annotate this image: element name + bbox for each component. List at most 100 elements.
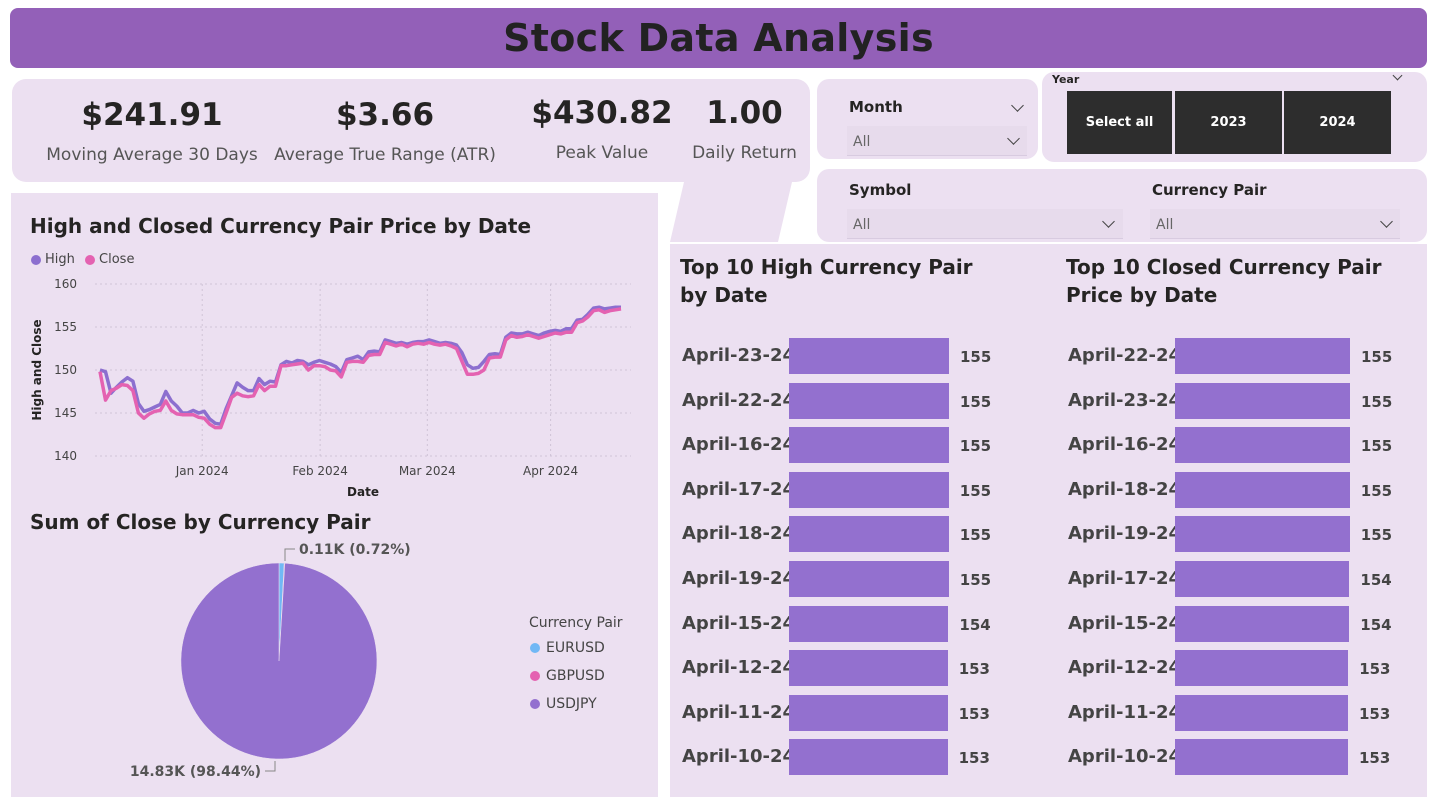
close-bar-category-label: April-19-24 (1068, 523, 1182, 545)
close-bar-category-label: April-17-24 (1068, 568, 1182, 589)
symbol-dropdown[interactable]: All (847, 209, 1123, 239)
year-option-2023[interactable]: 2023 (1175, 91, 1282, 154)
high-bar-value-label: 153 (958, 749, 990, 768)
kpi-label: Daily Return (692, 143, 797, 163)
high-bar-row[interactable]: April-17-24 155 (682, 471, 1032, 508)
high-bar[interactable] (789, 650, 948, 687)
close-bar[interactable] (1175, 382, 1350, 419)
close-bar[interactable] (1175, 739, 1348, 776)
close-bar-row[interactable]: April-23-24 155 (1068, 382, 1418, 419)
high-bar-chart-title: Top 10 High Currency Pair by Date (680, 255, 973, 307)
kpi-label: Moving Average 30 Days (46, 145, 258, 165)
chevron-down-icon[interactable] (1392, 70, 1403, 81)
high-bar-row[interactable]: April-11-24 153 (682, 694, 1032, 731)
close-bar-chart-title: Top 10 Closed Currency Pair Price by Dat… (1066, 255, 1382, 307)
close-bar-category-label: April-12-24 (1068, 657, 1182, 679)
high-bar[interactable] (789, 338, 949, 374)
kpi-moving-average: $241.91 Moving Average 30 Days (37, 79, 267, 182)
close-bar-row[interactable]: April-18-24 155 (1068, 471, 1418, 508)
close-bar-value-label: 153 (1359, 704, 1391, 723)
legend-item-high[interactable]: High (31, 252, 75, 267)
close-bar-row[interactable]: April-12-24 153 (1068, 650, 1418, 687)
close-bar-value-label: 153 (1359, 749, 1391, 768)
close-bar-row[interactable]: April-10-24 153 (1068, 739, 1418, 776)
high-bar[interactable] (789, 427, 949, 464)
month-dropdown[interactable]: All (847, 126, 1027, 156)
high-bar[interactable] (789, 561, 949, 597)
currency-pair-dropdown-value: All (1156, 217, 1174, 233)
high-bar-value-label: 155 (959, 571, 992, 589)
pie-legend-gbpusd[interactable]: GBPUSD (530, 668, 605, 684)
close-bar-value-label: 155 (1360, 526, 1393, 545)
x-tick-label: Apr 2024 (523, 464, 578, 478)
year-option-2024[interactable]: 2024 (1284, 91, 1391, 154)
legend-dot-eurusd (530, 643, 540, 653)
high-bar-value-label: 155 (959, 526, 992, 545)
high-bar[interactable] (789, 739, 948, 776)
high-bar[interactable] (789, 382, 949, 419)
close-bar-row[interactable]: April-11-24 153 (1068, 694, 1418, 731)
line-chart[interactable]: 140 145 150 155 160 Jan 2024 Feb 2024 Mar 2024 A… (11, 268, 658, 508)
high-bar-row[interactable]: April-12-24 153 (682, 650, 1032, 687)
kpi-average-true-range: $3.66 Average True Range (ATR) (270, 79, 500, 182)
high-bar-value-label: 153 (958, 660, 990, 679)
high-bar-row[interactable]: April-16-24 155 (682, 427, 1032, 464)
chevron-down-icon[interactable] (1011, 99, 1024, 112)
legend-label-close: Close (99, 252, 135, 267)
pie-data-label: 14.83K (98.44%) (130, 764, 261, 780)
kpi-label: Average True Range (ATR) (274, 145, 496, 165)
high-bar-row[interactable]: April-22-24 155 (682, 382, 1032, 419)
right-bar-panel: Top 10 High Currency Pair by Date April-… (670, 244, 1427, 797)
close-bar[interactable] (1175, 338, 1350, 374)
close-bar[interactable] (1175, 516, 1350, 553)
chevron-down-icon (1380, 215, 1393, 228)
close-bar[interactable] (1175, 427, 1350, 464)
close-bar[interactable] (1175, 694, 1348, 731)
series-line-high[interactable] (99, 305, 621, 426)
close-bar[interactable] (1175, 605, 1350, 642)
close-bar[interactable] (1175, 650, 1349, 687)
page-title: Stock Data Analysis (503, 16, 934, 60)
high-bar[interactable] (789, 516, 949, 553)
kpi-panel: $241.91 Moving Average 30 Days $3.66 Ave… (12, 79, 810, 182)
y-tick-label: 155 (54, 320, 77, 334)
pie-slice-usdjpy[interactable] (180, 562, 378, 760)
close-bar[interactable] (1175, 471, 1350, 508)
high-bar[interactable] (789, 694, 948, 731)
high-bar-row[interactable]: April-18-24 155 (682, 516, 1032, 553)
pie-chart[interactable]: 0.11K (0.72%) 14.83K (98.44%) (11, 543, 511, 793)
close-bar-row[interactable]: April-19-24 155 (1068, 516, 1418, 553)
decorative-connector (670, 182, 792, 242)
high-bar-value-label: 155 (960, 348, 992, 366)
y-tick-label: 160 (54, 277, 77, 291)
legend-dot-gbpusd (530, 671, 540, 681)
pie-legend-usdjpy[interactable]: USDJPY (530, 696, 597, 712)
close-bar-value-label: 155 (1360, 437, 1393, 456)
month-dropdown-value: All (853, 134, 871, 150)
high-bar[interactable] (789, 605, 949, 642)
high-bar-row[interactable]: April-10-24 153 (682, 739, 1032, 776)
high-bar[interactable] (789, 471, 949, 508)
high-bar-category-label: April-16-24 (682, 434, 796, 456)
pie-legend-eurusd[interactable]: EURUSD (530, 640, 605, 656)
high-bar-category-label: April-22-24 (682, 389, 796, 411)
y-tick-label: 150 (54, 363, 77, 377)
kpi-daily-return: 1.00 Daily Return (682, 79, 807, 182)
high-bar-row[interactable]: April-23-24 155 (682, 338, 1032, 374)
close-bar-row[interactable]: April-17-24 154 (1068, 561, 1418, 597)
legend-item-close[interactable]: Close (85, 252, 134, 267)
year-option-select-all[interactable]: Select all (1067, 91, 1172, 154)
high-bar-category-label: April-23-24 (682, 345, 796, 366)
chevron-down-icon (1007, 132, 1020, 145)
close-bar-row[interactable]: April-15-24 154 (1068, 605, 1418, 642)
close-bar-row[interactable]: April-16-24 155 (1068, 427, 1418, 464)
x-tick-label: Mar 2024 (399, 464, 456, 478)
close-bar-row[interactable]: April-22-24 155 (1068, 338, 1418, 374)
y-tick-label: 140 (54, 449, 77, 463)
currency-pair-dropdown[interactable]: All (1150, 209, 1400, 239)
close-bar[interactable] (1175, 561, 1350, 597)
high-bar-row[interactable]: April-15-24 154 (682, 605, 1032, 642)
kpi-label: Peak Value (555, 143, 649, 163)
line-chart-title: High and Closed Currency Pair Price by D… (30, 214, 532, 238)
high-bar-row[interactable]: April-19-24 155 (682, 561, 1032, 597)
